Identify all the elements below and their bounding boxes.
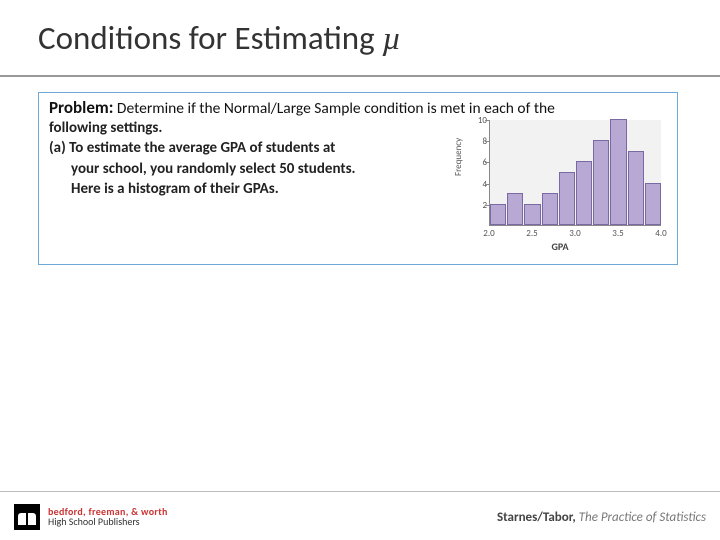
footer-divider — [0, 491, 720, 492]
problem-label: Problem: — [49, 97, 113, 118]
x-tick-label: 3.0 — [569, 228, 580, 239]
y-tick-mark — [485, 120, 489, 121]
footer: bedford, freeman, & worth High School Pu… — [14, 504, 706, 530]
credit-book: The Practice of Statistics — [579, 510, 706, 525]
histogram-bar — [542, 193, 558, 225]
chart-plot-area — [489, 120, 661, 226]
y-axis-label: Frequency — [453, 138, 464, 176]
problem-part-a-3: Here is a histogram of their GPAs. — [49, 179, 449, 199]
histogram-bar — [610, 119, 626, 225]
title-divider — [0, 75, 720, 77]
x-tick-label: 4.0 — [655, 228, 666, 239]
credit-author: Starnes/Tabor, — [497, 510, 579, 525]
problem-part-a-1: (a) To estimate the average GPA of stude… — [49, 138, 449, 158]
problem-part-a-2: your school, you randomly select 50 stud… — [49, 159, 449, 179]
publisher-logo: bedford, freeman, & worth High School Pu… — [14, 504, 168, 530]
logo-line-2: High School Publishers — [48, 517, 168, 527]
x-tick-label: 2.5 — [526, 228, 537, 239]
histogram-bar — [559, 172, 575, 225]
problem-line-2: following settings. — [49, 118, 449, 138]
histogram-bar — [593, 140, 609, 225]
y-tick-mark — [485, 205, 489, 206]
title-symbol: µ — [382, 21, 401, 57]
credit-line: Starnes/Tabor, The Practice of Statistic… — [497, 510, 706, 525]
logo-icon — [14, 504, 40, 530]
histogram-bar — [628, 151, 644, 225]
page-title: Conditions for Estimating µ — [38, 18, 401, 58]
histogram-bar — [524, 204, 540, 225]
x-axis-label: GPA — [455, 240, 665, 253]
histogram-bar — [507, 193, 523, 225]
histogram-bar — [490, 204, 506, 225]
title-text: Conditions for Estimating — [38, 18, 382, 58]
histogram-bar — [645, 183, 661, 225]
gpa-histogram: Frequency GPA 2468102.02.53.03.54.0 — [455, 116, 671, 254]
histogram-bar — [576, 161, 592, 225]
x-tick-label: 2.0 — [483, 228, 494, 239]
y-tick-mark — [485, 162, 489, 163]
problem-line-1: Problem: Determine if the Normal/Large S… — [49, 97, 667, 118]
problem-box: Problem: Determine if the Normal/Large S… — [38, 92, 678, 265]
y-tick-mark — [485, 184, 489, 185]
x-tick-label: 3.5 — [612, 228, 623, 239]
y-tick-mark — [485, 141, 489, 142]
